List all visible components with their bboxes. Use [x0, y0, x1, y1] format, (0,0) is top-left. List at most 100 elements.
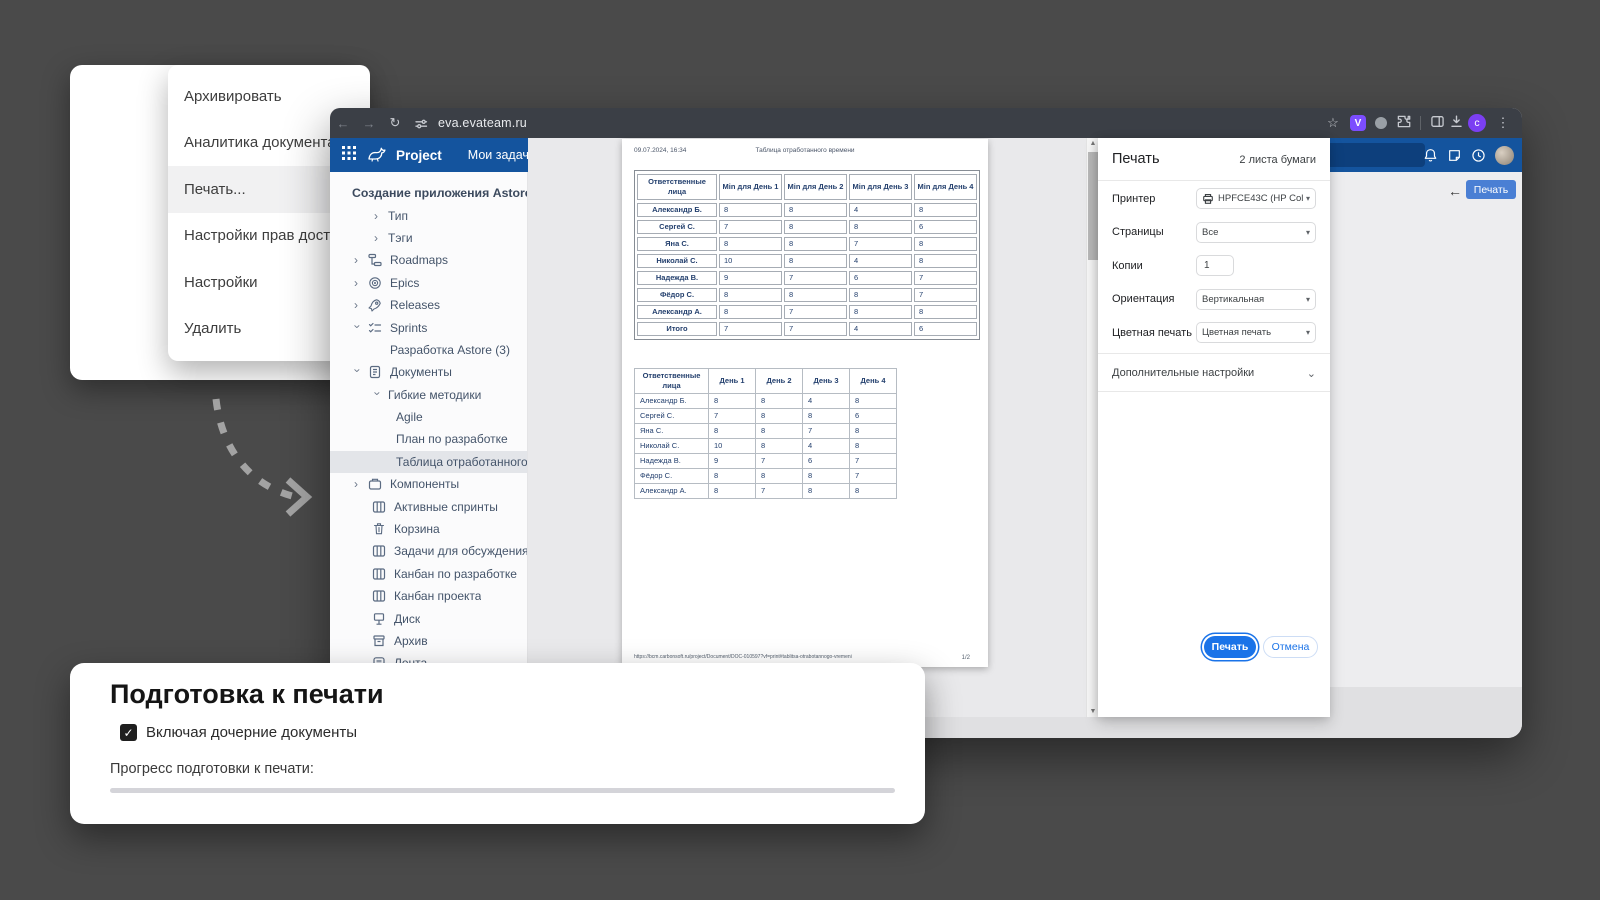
value-cell: 10: [719, 254, 782, 268]
preview-page: 09.07.2024, 16:34 Таблица отработанного …: [622, 139, 988, 667]
back-icon[interactable]: ←: [330, 116, 356, 131]
sidebar-item[interactable]: ›Epics: [330, 272, 527, 294]
notes-icon[interactable]: [1447, 148, 1462, 163]
copies-input[interactable]: 1: [1196, 255, 1234, 276]
value-cell: 8: [849, 288, 912, 302]
sidebar-item-label: Канбан проекта: [394, 589, 481, 603]
select-value: Все: [1202, 227, 1303, 238]
field-select[interactable]: Все▾: [1196, 222, 1316, 243]
person-name-cell: Сергей С.: [637, 220, 717, 234]
print-dialog: Печать 2 листа бумаги ПринтерHPFCE43C (H…: [1098, 138, 1330, 717]
apps-grid-icon[interactable]: [342, 146, 356, 165]
chevron-icon[interactable]: ›: [351, 369, 365, 376]
sidebar-item[interactable]: Канбан по разработке: [330, 563, 527, 585]
browser-content: Project Мои задачи Проекты Поиск: [330, 138, 1522, 738]
table-row: Николай С.10848: [637, 254, 977, 268]
url-bar[interactable]: eva.evateam.ru: [438, 116, 1320, 130]
site-settings-icon[interactable]: [408, 115, 434, 131]
menu-dots-icon[interactable]: ⋮: [1490, 115, 1516, 131]
history-icon[interactable]: [1471, 148, 1486, 163]
nav-my-tasks[interactable]: Мои задачи: [468, 148, 536, 162]
value-cell: 7: [803, 423, 850, 438]
sidebar-item[interactable]: Таблица отработанного времени: [330, 451, 527, 473]
select-value: Цветная печать: [1202, 327, 1303, 338]
field-select[interactable]: HPFCE43C (HP Color Las▾: [1196, 188, 1316, 209]
sidebar-item[interactable]: Создание приложения Astore: [330, 182, 527, 204]
sidebar-item[interactable]: Задачи для обсуждения: [330, 540, 527, 562]
chevron-icon[interactable]: ›: [354, 298, 361, 312]
bookmark-star-icon[interactable]: ☆: [1320, 115, 1346, 131]
download-icon[interactable]: [1449, 114, 1464, 132]
sidebar-item[interactable]: Agile: [330, 406, 527, 428]
sidebar-item[interactable]: Диск: [330, 607, 527, 629]
checkbox-checked-icon[interactable]: ✓: [120, 724, 137, 741]
sidebar-item[interactable]: Разработка Astore (3): [330, 339, 527, 361]
dialog-fields: ПринтерHPFCE43C (HP Color Las▾СтраницыВс…: [1098, 182, 1330, 350]
dialog-cancel-button[interactable]: Отмена: [1263, 636, 1318, 658]
sidebar-item[interactable]: ›Roadmaps: [330, 249, 527, 271]
trash-icon: [372, 522, 386, 536]
field-select[interactable]: Цветная печать▾: [1196, 322, 1316, 343]
chevron-icon[interactable]: ›: [374, 231, 381, 245]
disk-icon: [372, 612, 386, 626]
field-select[interactable]: Вертикальная▾: [1196, 289, 1316, 310]
progress-bar: [110, 788, 895, 793]
chevron-down-icon: ▾: [1306, 328, 1310, 337]
value-cell: 6: [914, 220, 977, 234]
sidebar-item[interactable]: ›Тэги: [330, 227, 527, 249]
sidebar-item[interactable]: ›Компоненты: [330, 473, 527, 495]
extensions-puzzle-icon[interactable]: [1396, 114, 1411, 132]
more-settings-toggle[interactable]: Дополнительные настройки ⌄: [1098, 360, 1330, 386]
sidebar-item-label: Корзина: [394, 522, 440, 536]
person-name-cell: Николай С.: [637, 254, 717, 268]
sidebar-item[interactable]: Канбан проекта: [330, 585, 527, 607]
dialog-field-row: ПринтерHPFCE43C (HP Color Las▾: [1098, 182, 1330, 216]
chevron-icon[interactable]: ›: [374, 209, 381, 223]
value-cell: 8: [784, 237, 847, 251]
sidebar-item[interactable]: ›Документы: [330, 361, 527, 383]
field-label: Ориентация: [1112, 293, 1174, 305]
person-name-cell: Надежда В.: [637, 271, 717, 285]
browser-chrome-bar: ← → ↻ eva.evateam.ru ☆ V: [330, 108, 1522, 138]
sidebar-item[interactable]: ›Releases: [330, 294, 527, 316]
dino-logo-icon: [366, 144, 390, 167]
sidebar-item[interactable]: ›Тип: [330, 204, 527, 226]
page-print-button[interactable]: Печать: [1466, 180, 1516, 199]
preview-table-timesheet-2: Ответственные лицаДень 1День 2День 3День…: [634, 368, 897, 499]
value-cell: 7: [849, 237, 912, 251]
prepare-print-dialog: Подготовка к печати ✓ Включая дочерние д…: [70, 663, 925, 824]
back-link[interactable]: ←: [1448, 183, 1462, 199]
dialog-title: Печать: [1112, 151, 1160, 167]
select-value: HPFCE43C (HP Color Las: [1218, 193, 1303, 204]
value-cell: 4: [803, 393, 850, 408]
extension-v-icon[interactable]: V: [1350, 115, 1366, 131]
chevron-icon[interactable]: ›: [351, 324, 365, 331]
profile-avatar[interactable]: c: [1468, 114, 1486, 132]
chevron-icon[interactable]: ›: [354, 276, 361, 290]
bell-icon[interactable]: [1423, 148, 1438, 163]
roadmap-icon: [368, 253, 382, 267]
sidebar-item[interactable]: План по разработке: [330, 428, 527, 450]
sidebar-item[interactable]: ›Гибкие методики: [330, 384, 527, 406]
side-panel-icon[interactable]: [1430, 114, 1445, 132]
globe-icon[interactable]: [1375, 117, 1387, 129]
product-name[interactable]: Project: [396, 148, 442, 163]
value-cell: 7: [756, 453, 803, 468]
user-avatar[interactable]: [1495, 146, 1514, 165]
forward-icon[interactable]: →: [356, 116, 382, 131]
value-cell: 4: [849, 254, 912, 268]
preview-scrollbar[interactable]: ▲ ▼: [1086, 138, 1098, 717]
sidebar-item[interactable]: Архив: [330, 630, 527, 652]
dialog-print-button[interactable]: Печать: [1204, 636, 1256, 658]
sidebar-item[interactable]: Активные спринты: [330, 495, 527, 517]
chevron-icon[interactable]: ›: [371, 391, 385, 398]
chevron-icon[interactable]: ›: [354, 477, 361, 491]
scrollbar-thumb[interactable]: [1088, 152, 1098, 260]
sidebar-item[interactable]: Корзина: [330, 518, 527, 540]
chevron-icon[interactable]: ›: [354, 253, 361, 267]
table-row: Сергей С.7886: [635, 408, 897, 423]
checkbox-label: Включая дочерние документы: [146, 724, 357, 741]
page-right-area: ← Печать: [1330, 172, 1522, 687]
sidebar-item[interactable]: ›Sprints: [330, 316, 527, 338]
refresh-icon[interactable]: ↻: [382, 115, 408, 131]
